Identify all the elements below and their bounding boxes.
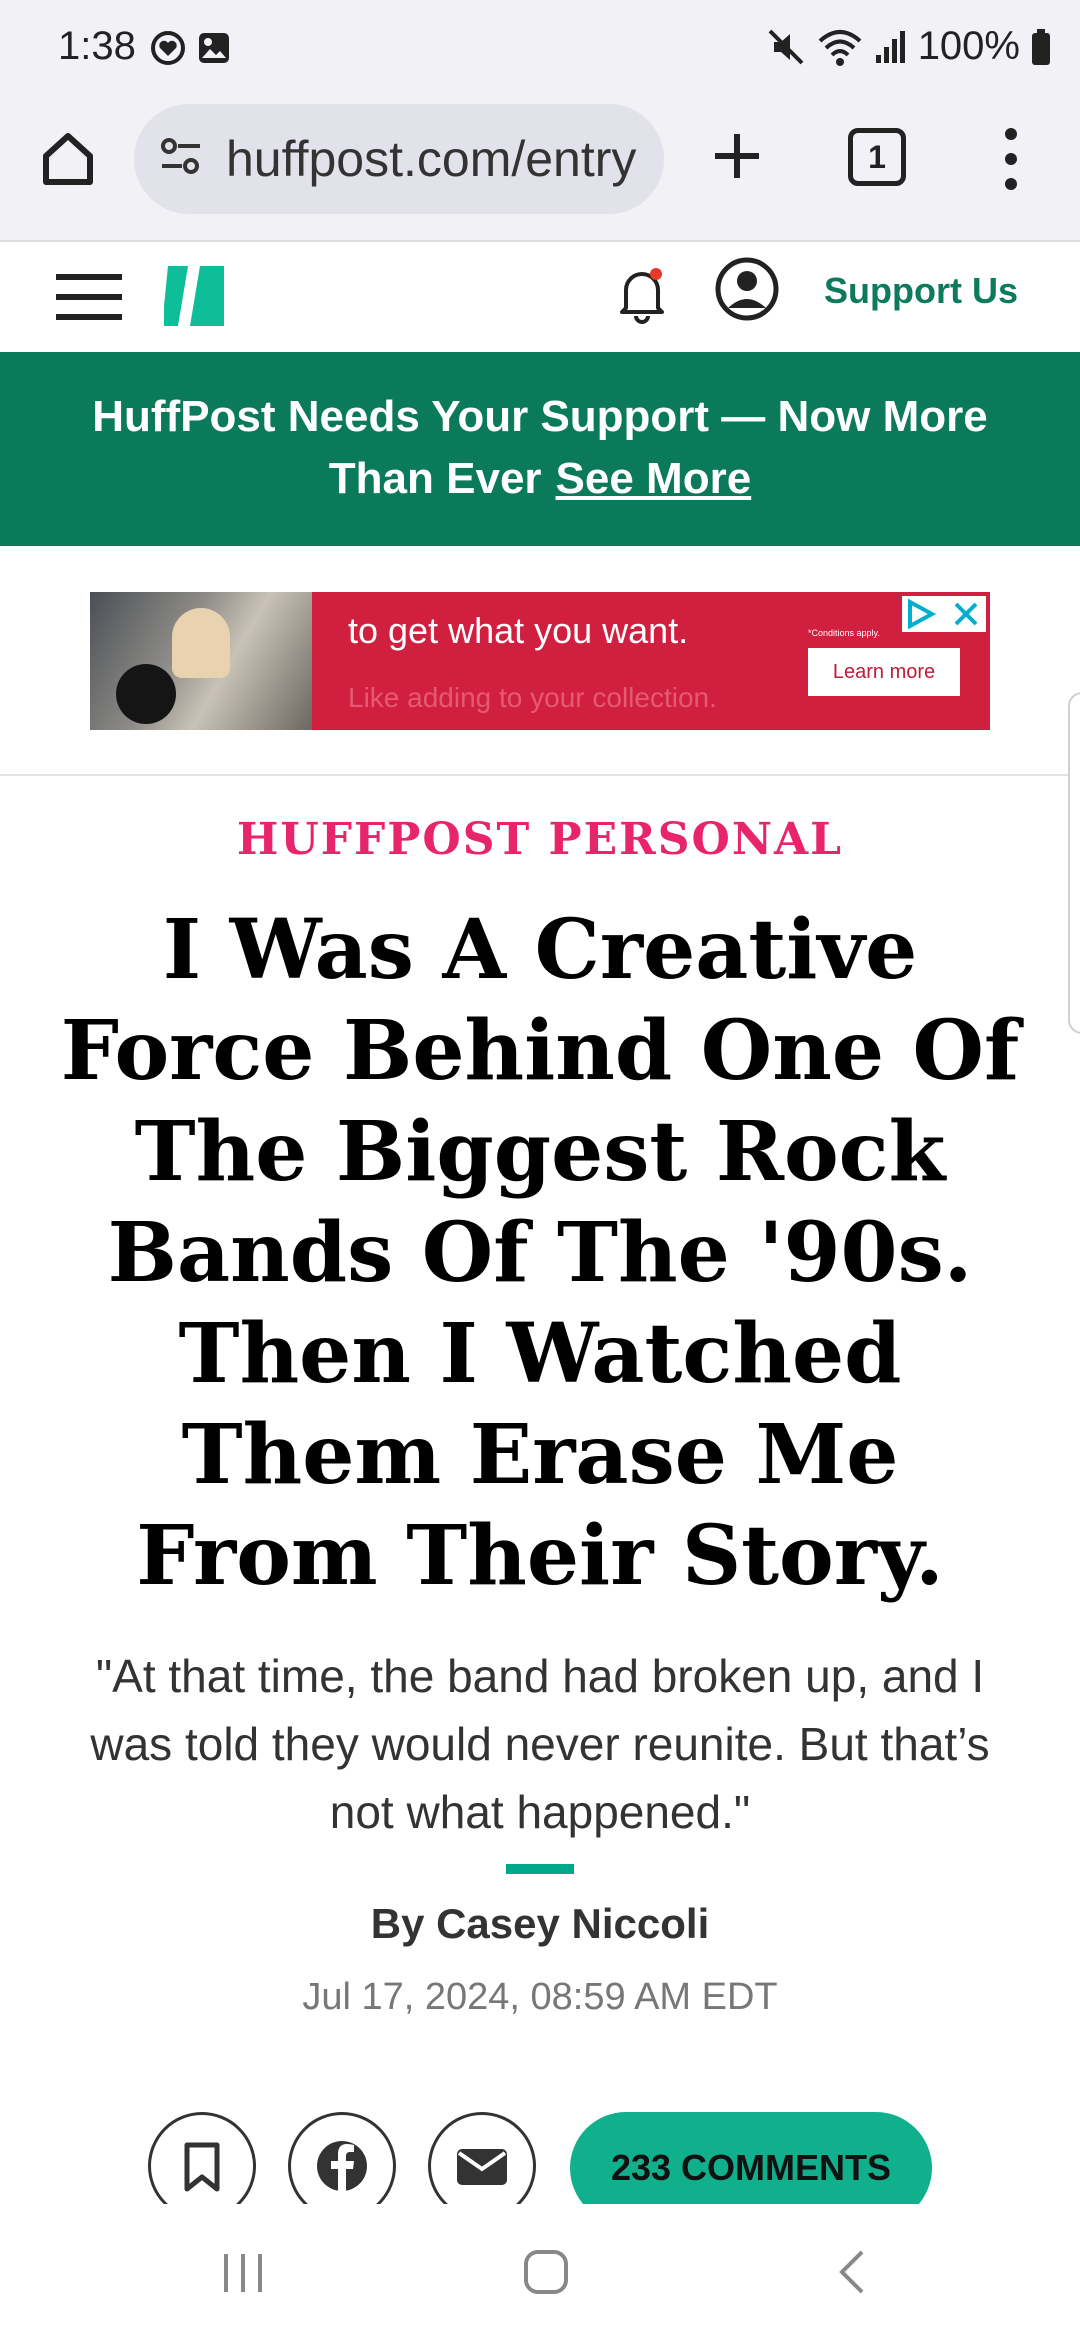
site-header: Support Us	[0, 242, 1080, 352]
ad-choices-close-icon[interactable]	[902, 596, 986, 632]
ad-subtext: Like adding to your collection.	[348, 682, 717, 713]
article-dek: "At that time, the band had broken up, a…	[90, 1650, 990, 1838]
banner-text: HuffPost Needs Your Support — Now More T…	[92, 392, 988, 503]
bookmark-icon	[184, 2142, 220, 2192]
system-nav-bar	[0, 2206, 1080, 2340]
image-icon	[199, 33, 229, 63]
heart-shield-icon	[151, 31, 185, 65]
home-nav-icon[interactable]	[520, 2246, 572, 2298]
status-bar: 1:38 100%	[0, 0, 1080, 100]
ad-conditions: *Conditions apply.	[808, 628, 880, 638]
ad-image	[90, 592, 312, 730]
url-bar[interactable]: huffpost.com/entry	[134, 104, 664, 214]
plus-icon[interactable]	[705, 124, 769, 188]
notification-bell-icon[interactable]	[616, 262, 668, 328]
advertisement[interactable]: to get what you want. Like adding to you…	[90, 592, 990, 730]
support-banner: HuffPost Needs Your Support — Now More T…	[0, 352, 1080, 546]
site-settings-icon[interactable]	[158, 134, 204, 180]
status-time: 1:38	[58, 24, 136, 68]
mute-icon	[768, 29, 804, 64]
accent-divider	[506, 1864, 574, 1874]
article-byline[interactable]: By Casey Niccoli	[0, 1900, 1080, 1948]
url-text[interactable]: huffpost.com/entry	[226, 130, 636, 188]
recent-apps-icon[interactable]	[218, 2248, 268, 2298]
signal-icon	[875, 30, 905, 63]
facebook-icon	[317, 2141, 367, 2193]
support-us-link[interactable]: Support Us	[824, 270, 1018, 312]
article-headline: I Was A Creative Force Behind One Of The…	[60, 902, 1020, 1604]
tabs-button[interactable]: 1	[848, 128, 906, 186]
email-icon	[457, 2149, 507, 2185]
battery-icon	[1032, 28, 1050, 65]
hamburger-menu-icon[interactable]	[56, 272, 122, 322]
huffpost-logo-icon[interactable]	[164, 266, 224, 326]
ad-headline: to get what you want.	[348, 610, 689, 651]
battery-percent: 100%	[917, 24, 1020, 68]
article-date: Jul 17, 2024, 08:59 AM EDT	[302, 1976, 778, 2018]
wifi-icon	[818, 29, 862, 66]
divider	[0, 774, 1080, 776]
ad-learn-more-button[interactable]: Learn more	[808, 648, 960, 696]
more-vert-icon[interactable]	[996, 124, 1026, 194]
back-icon[interactable]	[828, 2246, 880, 2298]
see-more-link[interactable]: See More	[556, 454, 752, 503]
home-icon[interactable]	[38, 128, 98, 188]
account-icon[interactable]	[714, 256, 780, 322]
article-kicker[interactable]: HUFFPOST PERSONAL	[0, 814, 1080, 865]
browser-toolbar: huffpost.com/entry 1	[0, 100, 1080, 242]
